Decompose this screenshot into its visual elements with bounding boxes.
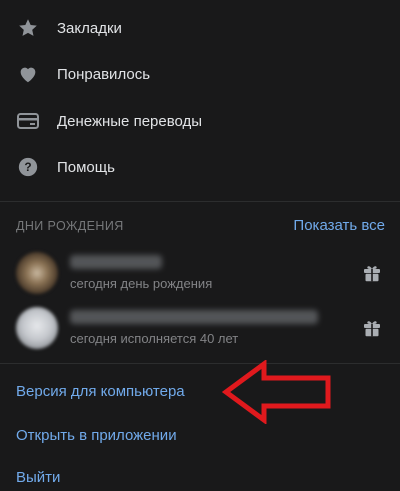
heart-icon xyxy=(16,62,40,86)
help-icon: ? xyxy=(16,155,40,179)
birthday-row[interactable]: сегодня день рождения xyxy=(0,247,400,299)
birthday-subtitle: сегодня исполняется 40 лет xyxy=(70,331,239,346)
menu-item-label: Понравилось xyxy=(57,65,151,83)
red-arrow-annotation xyxy=(222,360,331,424)
birthday-name xyxy=(70,255,162,269)
show-all-link[interactable]: Показать все xyxy=(293,217,385,234)
birthday-subtitle: сегодня день рождения xyxy=(70,276,213,291)
logout-link[interactable]: Выйти xyxy=(16,469,60,486)
menu-item-bookmarks[interactable]: Закладки xyxy=(0,6,400,50)
divider xyxy=(0,363,400,364)
star-icon xyxy=(16,16,40,40)
svg-text:?: ? xyxy=(24,160,31,174)
birthdays-header: ДНИ РОЖДЕНИЯ xyxy=(16,219,124,233)
menu-item-help[interactable]: ? Помощь xyxy=(0,145,400,189)
menu-item-label: Денежные переводы xyxy=(57,112,203,130)
gift-icon[interactable] xyxy=(362,263,382,283)
avatar xyxy=(16,307,58,349)
card-icon xyxy=(16,109,40,133)
menu-item-label: Закладки xyxy=(57,19,122,37)
birthday-row[interactable]: сегодня исполняется 40 лет xyxy=(0,302,400,354)
menu-item-money-transfers[interactable]: Денежные переводы xyxy=(0,99,400,143)
gift-icon[interactable] xyxy=(362,318,382,338)
avatar xyxy=(16,252,58,294)
menu-item-liked[interactable]: Понравилось xyxy=(0,52,400,96)
desktop-version-link[interactable]: Версия для компьютера xyxy=(16,383,185,400)
divider xyxy=(0,201,400,202)
open-in-app-link[interactable]: Открыть в приложении xyxy=(16,427,177,444)
birthday-name xyxy=(70,310,318,324)
menu-item-label: Помощь xyxy=(57,158,115,176)
